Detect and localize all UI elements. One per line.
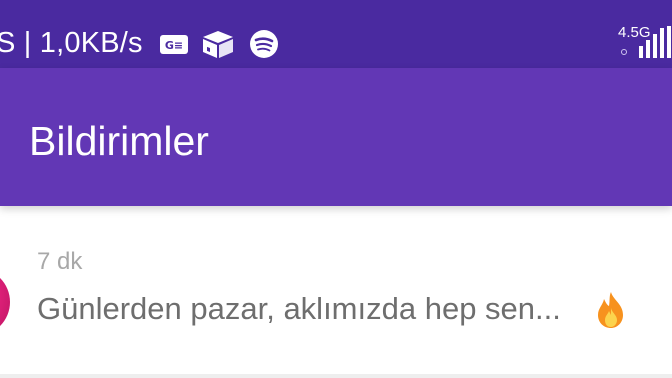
status-bar: S | 1,0KB/s G≡ 4.5G [0,0,672,68]
app-bar: Bildirimler [0,68,672,206]
notifications-screen: S | 1,0KB/s G≡ 4.5G Bildirimler 7 dk Gün… [0,0,672,378]
network-speed-text: S | 1,0KB/s [0,27,143,59]
page-title: Bildirimler [29,118,209,164]
box-icon [203,31,233,58]
notification-message: Günlerden pazar, aklımızda hep sen... [37,291,561,326]
avatar [0,268,10,336]
ge-icon: G≡ [160,35,188,54]
notification-list: 7 dk Günlerden pazar, aklımızda hep sen.… [0,206,672,378]
fire-icon [598,292,623,328]
network-activity-dot [621,49,627,55]
svg-text:G≡: G≡ [165,39,183,52]
notification-item[interactable]: 7 dk Günlerden pazar, aklımızda hep sen.… [0,218,672,374]
spotify-icon [250,30,278,58]
signal-icon [639,26,671,58]
notification-time: 7 dk [37,248,83,275]
divider [0,374,672,378]
